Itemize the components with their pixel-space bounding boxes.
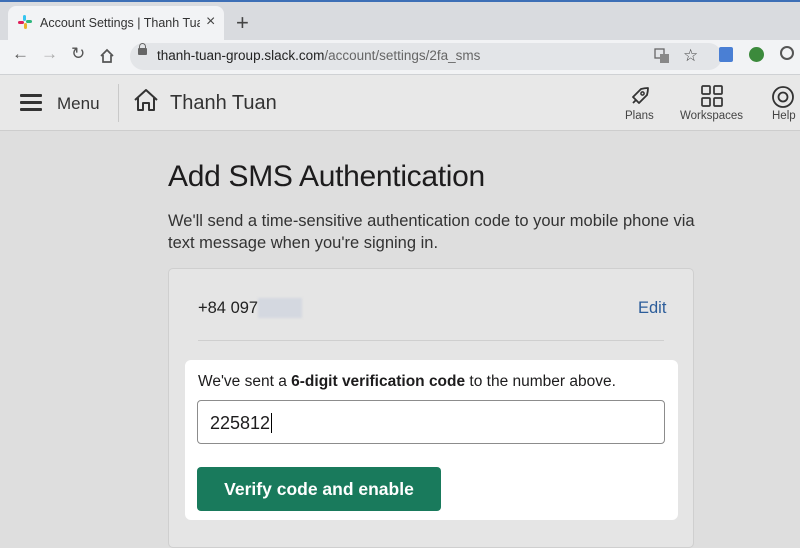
menu-label[interactable]: Menu xyxy=(57,94,100,114)
url-text: thanh-tuan-group.slack.com/account/setti… xyxy=(157,48,480,63)
verify-code-button[interactable]: Verify code and enable xyxy=(197,467,441,511)
extension-globe-icon[interactable] xyxy=(749,47,764,62)
workspaces-label[interactable]: Workspaces xyxy=(680,110,743,122)
home-icon[interactable] xyxy=(133,87,159,113)
help-lifebuoy-icon[interactable] xyxy=(771,85,795,109)
close-tab-icon[interactable]: × xyxy=(206,13,215,31)
verification-code-value[interactable]: 225812 xyxy=(210,413,273,434)
message-prefix: We've sent a xyxy=(198,373,292,390)
message-suffix: to the number above. xyxy=(465,373,616,390)
rocket-icon[interactable] xyxy=(627,85,651,109)
tab-title: Account Settings | Thanh Tuan Sl xyxy=(40,16,200,30)
workspaces-grid-icon[interactable] xyxy=(701,85,723,107)
verification-message: We've sent a 6-digit verification code t… xyxy=(198,373,616,391)
extension-translate-icon[interactable] xyxy=(719,47,733,62)
slack-logo-icon xyxy=(18,15,32,29)
menu-hamburger-icon[interactable] xyxy=(20,94,42,112)
header-divider xyxy=(118,84,119,122)
page-title: Add SMS Authentication xyxy=(168,160,485,193)
reload-icon[interactable]: ↻ xyxy=(71,44,85,64)
slack-header xyxy=(0,75,800,131)
code-text: 225812 xyxy=(210,413,271,433)
page-description: We'll send a time-sensitive authenticati… xyxy=(168,212,695,252)
forward-icon[interactable]: → xyxy=(41,44,58,64)
url-path: /account/settings/2fa_sms xyxy=(324,48,481,63)
new-tab-icon[interactable]: + xyxy=(236,10,249,36)
profile-icon[interactable] xyxy=(780,46,794,60)
home-browser-icon[interactable] xyxy=(99,48,115,64)
card-divider xyxy=(198,340,664,341)
redacted-phone-digits xyxy=(258,298,302,318)
back-icon[interactable]: ← xyxy=(12,44,29,64)
message-bold: 6-digit verification code xyxy=(291,373,466,390)
workspace-name[interactable]: Thanh Tuan xyxy=(170,92,277,115)
bookmark-star-icon[interactable]: ☆ xyxy=(683,46,698,66)
phone-number: +84 097 xyxy=(198,299,259,317)
plans-label[interactable]: Plans xyxy=(625,110,654,122)
edit-phone-link[interactable]: Edit xyxy=(638,299,666,318)
help-label[interactable]: Help xyxy=(772,110,796,122)
url-domain: thanh-tuan-group.slack.com xyxy=(157,48,325,63)
text-caret xyxy=(271,413,273,433)
translate-icon[interactable] xyxy=(654,48,670,64)
lock-icon xyxy=(138,43,147,55)
